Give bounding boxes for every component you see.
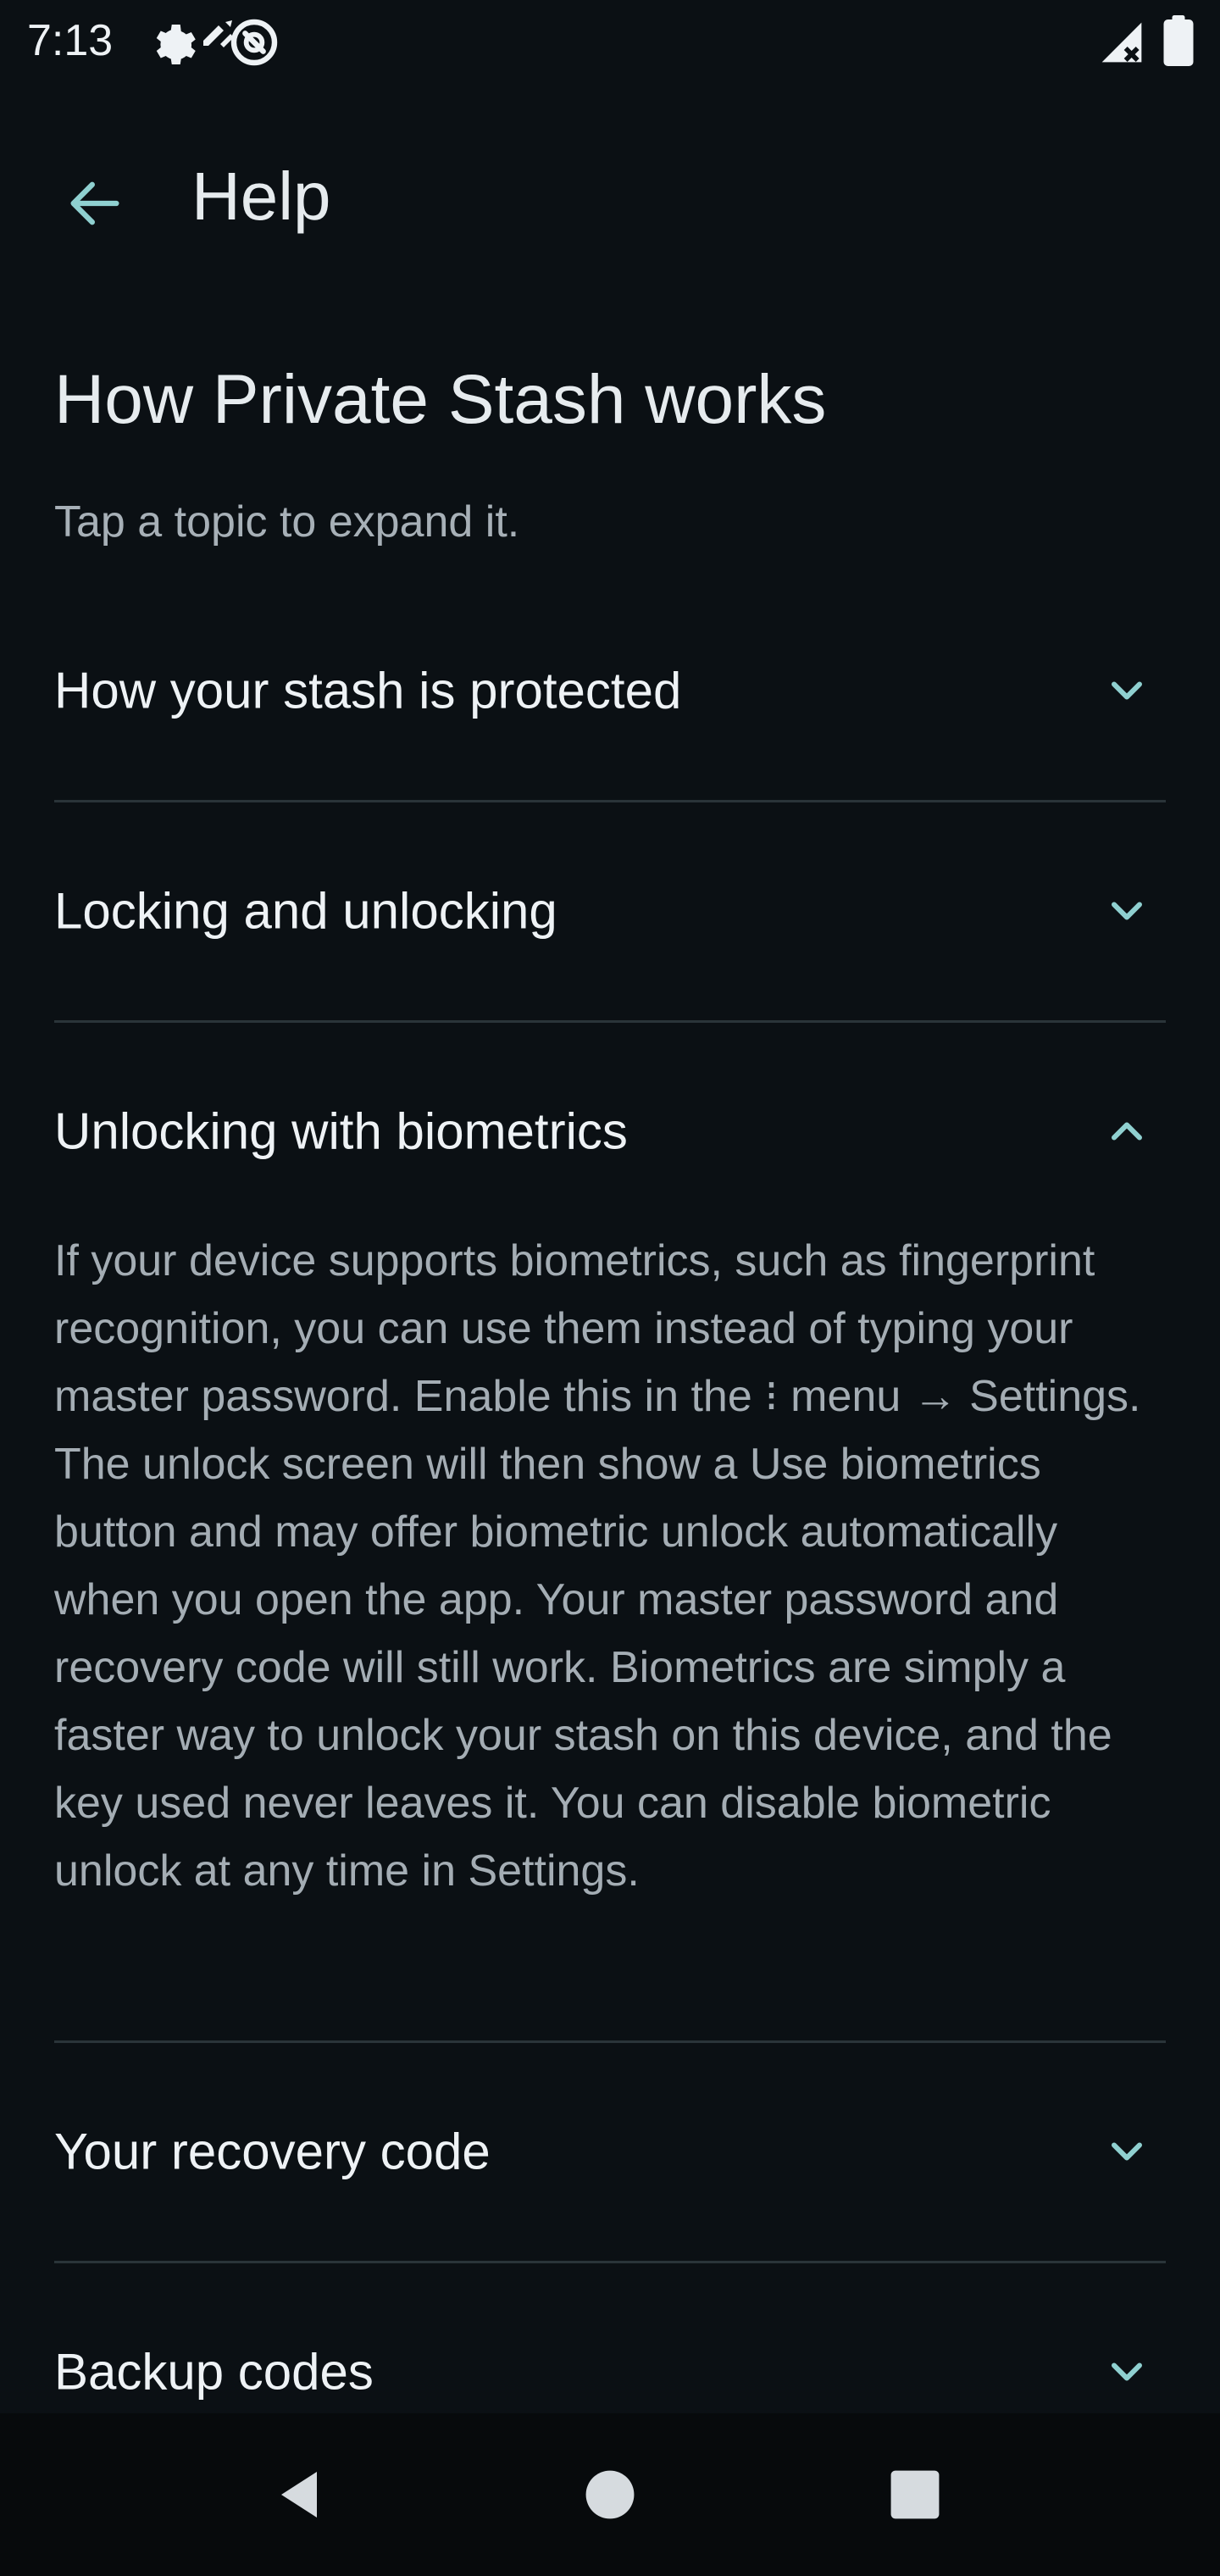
nav-recents-icon [890,2470,940,2519]
section-header-locking[interactable]: Locking and unlocking [54,830,1166,991]
section-title: Locking and unlocking [54,882,557,940]
signal-icon [1101,22,1142,63]
page-heading: How Private Stash works [54,361,827,438]
page-subtitle: Tap a topic to expand it. [54,497,520,547]
app-bar: Help [0,81,1220,298]
status-time: 7:13 [27,16,114,65]
nav-recents-button[interactable] [864,2444,966,2545]
sync-icon [230,19,278,66]
app-bar-title: Help [191,158,331,234]
divider [54,800,1166,802]
chevron-up-icon [1112,1122,1142,1141]
divider [54,2040,1166,2043]
nav-back-icon [281,2472,317,2518]
chevron-down-icon [1112,2142,1142,2161]
section-header-biometrics[interactable]: Unlocking with biometrics [54,1051,1166,1212]
chevron-down-icon [1112,2362,1142,2381]
arrow-back-icon [70,181,119,225]
settings-icon [156,25,196,64]
section-body-text: If your device supports biometrics, such… [54,1227,1166,1905]
section-title: Unlocking with biometrics [54,1102,628,1160]
section-header-backup-codes[interactable]: Backup codes [54,2291,1166,2413]
help-content[interactable]: How Private Stash works Tap a topic to e… [0,298,1220,2413]
section-header-protection[interactable]: How your stash is protected [54,610,1166,771]
back-button[interactable] [47,156,142,251]
divider [54,2261,1166,2263]
chevron-down-icon [1112,681,1142,700]
system-nav-bar [0,2413,1220,2576]
status-bar: 7:13 [0,0,1220,81]
nav-home-icon [585,2470,635,2519]
battery-icon [1163,15,1194,66]
divider [54,1020,1166,1023]
chevron-down-icon [1112,902,1142,920]
overflow-menu-icon: ⁝ [764,1372,779,1421]
section-title: Backup codes [54,2343,374,2401]
section-title: How your stash is protected [54,662,682,719]
nav-back-button[interactable] [251,2444,352,2545]
section-body-biometrics: If your device supports biometrics, such… [54,1227,1166,1905]
body-text-part2: menu → Settings. The unlock screen will … [54,1372,1141,1896]
section-header-recovery-code[interactable]: Your recovery code [54,2071,1166,2232]
section-title: Your recovery code [54,2123,491,2180]
nav-home-button[interactable] [559,2444,661,2545]
